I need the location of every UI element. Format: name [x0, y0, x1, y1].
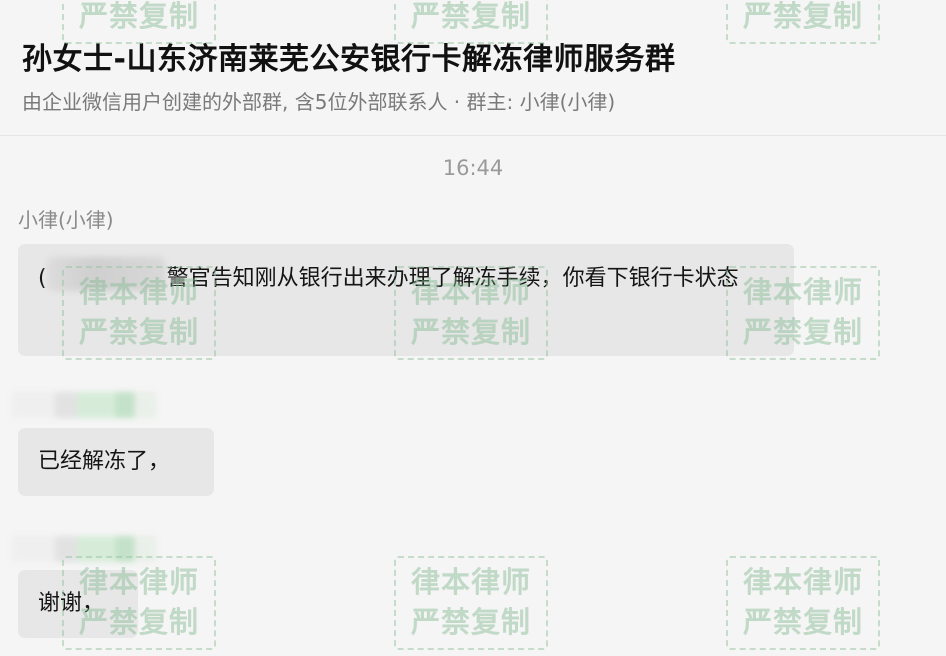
message-timestamp: 16:44: [442, 156, 504, 180]
chat-header: 孙女士-山东济南莱芜公安银行卡解冻律师服务群 由企业微信用户创建的外部群, 含5…: [0, 0, 946, 136]
redacted-name: [46, 257, 165, 291]
group-title: 孙女士-山东济南莱芜公安银行卡解冻律师服务群: [22, 42, 676, 77]
message-bubble[interactable]: 谢谢，: [18, 570, 138, 638]
redacted-sender: [12, 392, 156, 418]
redacted-sender: [12, 536, 156, 562]
message-text: 已经解冻了，: [38, 449, 171, 474]
sender-name: 小律(小律): [18, 208, 114, 232]
watermark: 律本律师严禁复制: [394, 556, 548, 650]
message-bubble[interactable]: 已经解冻了，: [18, 428, 214, 496]
message-text: 警官告知刚从银行出来办理了解冻手续，你看下银行卡状态: [166, 266, 739, 291]
group-subtitle: 由企业微信用户创建的外部群, 含5位外部联系人 · 群主: 小律(小律): [22, 90, 616, 114]
message-text: 谢谢，: [38, 591, 105, 616]
watermark: 律本律师严禁复制: [726, 556, 880, 650]
message-prefix: (: [38, 266, 47, 291]
message-bubble[interactable]: ( 警官告知刚从银行出来办理了解冻手续，你看下银行卡状态: [18, 244, 794, 356]
